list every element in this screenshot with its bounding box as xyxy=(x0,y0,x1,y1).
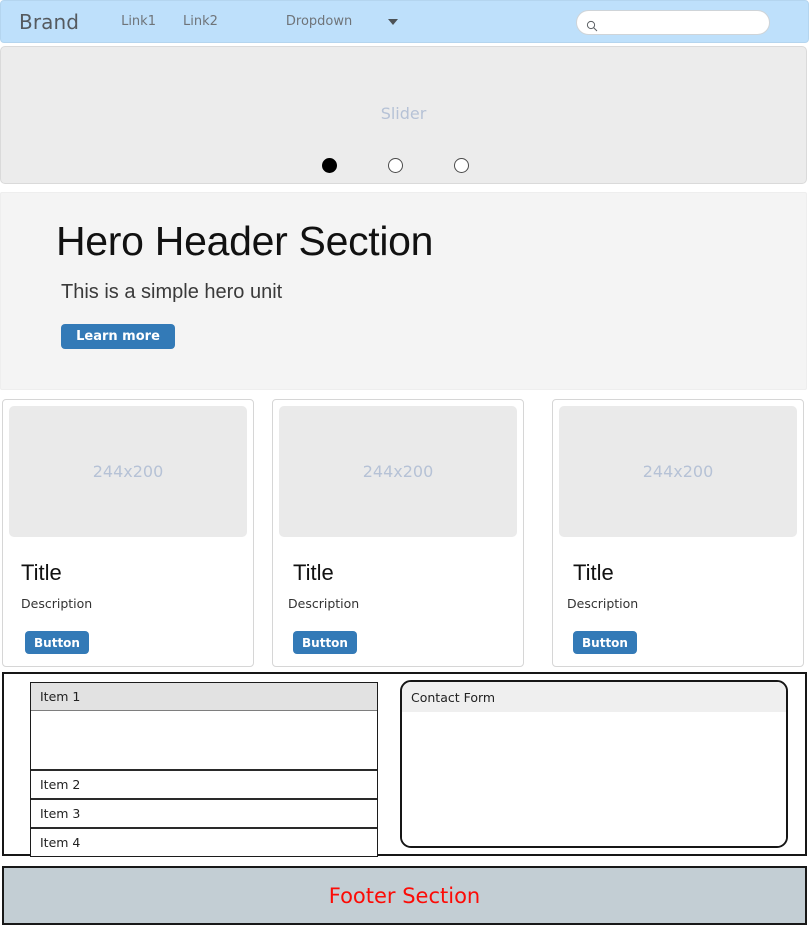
list-item[interactable]: Item 1 xyxy=(31,683,377,711)
card-item[interactable]: 244x200 Title Description Button xyxy=(552,399,804,667)
brand-logo[interactable]: Brand xyxy=(19,10,79,34)
card-title: Title xyxy=(293,560,334,585)
card-button[interactable]: Button xyxy=(25,631,89,654)
card-button[interactable]: Button xyxy=(573,631,637,654)
slider-dot-3[interactable] xyxy=(454,158,469,173)
learn-more-button[interactable]: Learn more xyxy=(61,324,175,349)
card-description: Description xyxy=(567,596,639,611)
card-description: Description xyxy=(288,596,360,611)
list-group: Item 1 Item 2 Item 3 Item 4 xyxy=(30,682,378,857)
bottom-panel: Item 1 Item 2 Item 3 Item 4 Contact Form xyxy=(2,672,807,857)
hero-section: Hero Header Section This is a simple her… xyxy=(0,192,807,390)
list-content-pane xyxy=(31,711,377,769)
contact-form-card: Contact Form xyxy=(400,680,788,848)
nav-dropdown[interactable]: Dropdown xyxy=(285,14,399,29)
footer-text: Footer Section xyxy=(328,883,481,908)
card-image-placeholder: 244x200 xyxy=(279,406,517,537)
card-item[interactable]: 244x200 Title Description Button xyxy=(272,399,524,667)
card-title: Title xyxy=(573,560,614,585)
footer-section: Footer Section xyxy=(2,866,807,925)
card-item[interactable]: 244x200 Title Description Button xyxy=(2,399,254,667)
card-image-placeholder: 244x200 xyxy=(9,406,247,537)
search-box[interactable] xyxy=(576,10,770,35)
hero-title: Hero Header Section xyxy=(56,218,434,264)
slider-indicators xyxy=(322,158,469,173)
page-root: Brand Link1 Link2 Dropdown Slider Hero H… xyxy=(0,0,809,929)
search-icon xyxy=(586,17,598,31)
card-description: Description xyxy=(21,596,93,611)
slider-dot-2[interactable] xyxy=(388,158,403,173)
contact-form-body[interactable] xyxy=(402,712,786,846)
nav-link-1[interactable]: Link1 xyxy=(121,14,156,29)
slider-label: Slider xyxy=(380,104,427,123)
nav-link-2[interactable]: Link2 xyxy=(183,14,218,29)
card-image-placeholder: 244x200 xyxy=(559,406,797,537)
card-grid: 244x200 Title Description Button 244x200… xyxy=(0,399,809,667)
card-button[interactable]: Button xyxy=(293,631,357,654)
search-input[interactable] xyxy=(603,15,753,30)
list-item[interactable]: Item 2 xyxy=(31,769,377,798)
navbar: Brand Link1 Link2 Dropdown xyxy=(0,0,809,43)
list-item[interactable]: Item 4 xyxy=(31,827,377,856)
hero-subtitle: This is a simple hero unit xyxy=(61,281,283,303)
list-item[interactable]: Item 3 xyxy=(31,798,377,827)
chevron-down-icon xyxy=(388,18,399,25)
card-title: Title xyxy=(21,560,62,585)
slider-dot-1[interactable] xyxy=(322,158,337,173)
nav-dropdown-label: Dropdown xyxy=(285,14,353,29)
contact-form-header: Contact Form xyxy=(402,682,786,712)
slider-carousel[interactable]: Slider xyxy=(0,46,807,184)
